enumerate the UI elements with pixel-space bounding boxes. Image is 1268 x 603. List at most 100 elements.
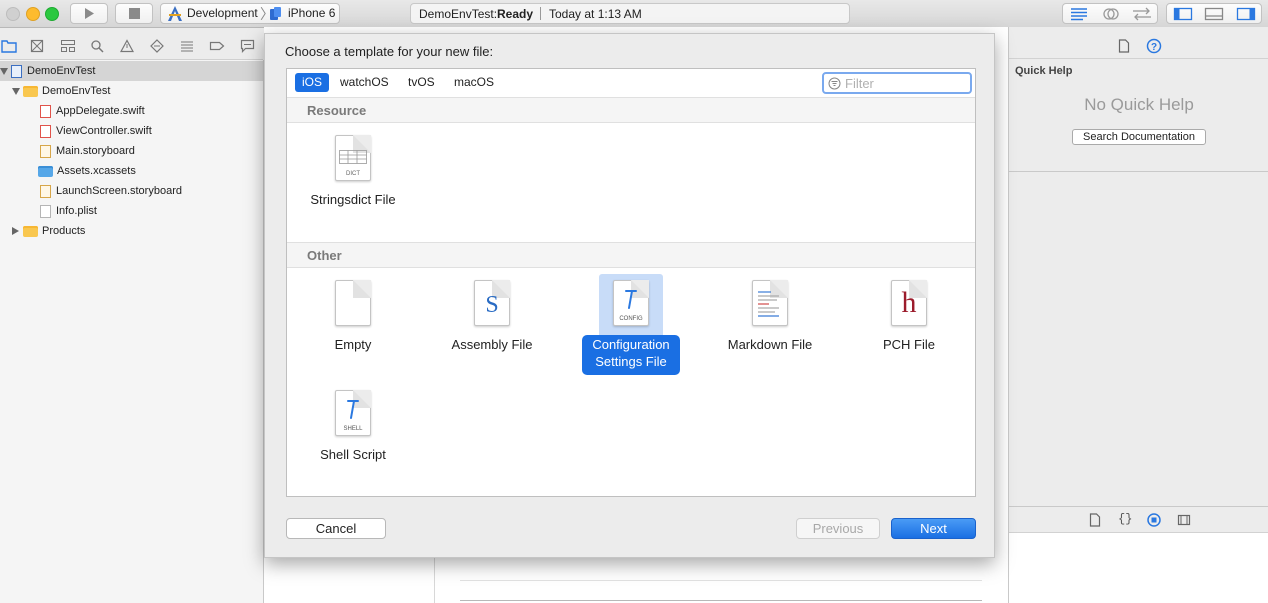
file-template-library-icon[interactable] — [1089, 513, 1101, 527]
xcode-hammer-icon — [168, 6, 182, 21]
template-stringsdict[interactable]: DICT Stringsdict File — [298, 135, 408, 208]
find-navigator-icon[interactable] — [90, 39, 104, 53]
code-snippet-library-icon[interactable]: {} — [1118, 512, 1132, 526]
nav-item-label: DemoEnvTest — [42, 85, 111, 97]
nav-item-label: Products — [42, 225, 86, 237]
source-control-navigator-icon[interactable] — [30, 39, 44, 53]
svg-text:?: ? — [1151, 42, 1157, 53]
debug-navigator-icon[interactable] — [180, 39, 194, 53]
run-button[interactable] — [70, 3, 108, 24]
section-other: Other — [287, 242, 975, 268]
version-editor-icon[interactable] — [1131, 7, 1153, 21]
template-label: Configuration Settings File — [592, 337, 670, 369]
issue-navigator-icon[interactable] — [120, 39, 134, 53]
template-markdown[interactable]: Markdown File — [715, 280, 825, 353]
editor-rule — [460, 580, 982, 581]
disclosure-down-icon[interactable] — [12, 87, 20, 95]
standard-editor-icon[interactable] — [1069, 7, 1089, 21]
sheet-title: Choose a template for your new file: — [285, 44, 494, 59]
nav-item-group[interactable]: DemoEnvTest — [12, 81, 110, 101]
template-label: PCH File — [882, 337, 935, 352]
file-inspector-icon[interactable] — [1118, 39, 1130, 53]
breakpoint-navigator-icon[interactable] — [209, 39, 225, 53]
editor-rule — [460, 600, 982, 601]
project-navigator-icon[interactable] — [1, 39, 17, 53]
quick-help-title: Quick Help — [1015, 65, 1073, 77]
filter-field[interactable]: Filter — [822, 72, 972, 94]
activity-divider — [540, 7, 541, 20]
shell-badge: SHELL — [343, 426, 363, 432]
search-documentation-button[interactable]: Search Documentation — [1072, 129, 1206, 145]
media-library-icon[interactable] — [1177, 513, 1191, 527]
minimize-window-button[interactable] — [26, 7, 40, 21]
filter-icon — [828, 77, 841, 90]
close-window-button[interactable] — [6, 7, 20, 21]
debug-area-toggle-icon[interactable] — [1204, 7, 1224, 21]
zoom-window-button[interactable] — [45, 7, 59, 21]
navigator-toggle-icon[interactable] — [1173, 7, 1193, 21]
tab-tvos[interactable]: tvOS — [401, 73, 442, 92]
project-file-icon — [11, 64, 22, 78]
symbol-navigator-icon[interactable] — [60, 39, 76, 53]
inspector-divider — [1009, 171, 1268, 172]
nav-item-infoplist[interactable]: Info.plist — [40, 201, 97, 221]
activity-viewer: DemoEnvTest: Ready Today at 1:13 AM — [410, 3, 850, 24]
template-assembly[interactable]: S Assembly File — [437, 280, 547, 353]
storyboard-file-icon — [40, 184, 51, 198]
template-pch[interactable]: h PCH File — [854, 280, 964, 353]
swift-file-icon — [40, 124, 51, 138]
empty-file-icon — [335, 280, 371, 326]
view-toggle-control — [1166, 3, 1262, 24]
activity-time: Today at 1:13 AM — [549, 7, 642, 21]
object-library-icon[interactable] — [1147, 513, 1161, 527]
template-empty[interactable]: Empty — [298, 280, 408, 353]
navigator-selector-bar — [0, 35, 263, 60]
template-label: Markdown File — [727, 337, 813, 352]
quick-help-icon[interactable]: ? — [1146, 38, 1162, 54]
nav-item-label: Main.storyboard — [56, 145, 135, 157]
disclosure-right-icon[interactable] — [12, 227, 19, 236]
assistant-editor-icon[interactable] — [1101, 7, 1121, 21]
filter-placeholder: Filter — [845, 76, 874, 91]
folder-icon — [23, 225, 38, 237]
tab-ios[interactable]: iOS — [295, 73, 330, 92]
tab-macos[interactable]: macOS — [447, 73, 501, 92]
template-configuration-settings[interactable]: CONFIG Configuration Settings File — [576, 280, 686, 375]
nav-item-main-storyboard[interactable]: Main.storyboard — [40, 141, 135, 161]
nav-item-label: Assets.xcassets — [57, 165, 136, 177]
previous-button[interactable]: Previous — [796, 518, 880, 539]
config-badge: CONFIG — [619, 316, 643, 322]
tab-watchos[interactable]: watchOS — [333, 73, 396, 92]
stringsdict-badge: DICT — [346, 171, 360, 177]
nav-item-appdelegate[interactable]: AppDelegate.swift — [40, 101, 145, 121]
activity-status: Ready — [497, 7, 534, 21]
scheme-selector[interactable]: Development 〉 iPhone 6 — [160, 3, 340, 24]
no-quick-help-text: No Quick Help — [1084, 95, 1194, 114]
stop-button[interactable] — [115, 3, 153, 24]
play-icon — [85, 8, 94, 19]
swift-file-icon — [40, 104, 51, 118]
nav-item-label: DemoEnvTest — [27, 65, 96, 77]
report-navigator-icon[interactable] — [240, 39, 255, 53]
template-shell-script[interactable]: SHELL Shell Script — [298, 390, 408, 463]
activity-project: DemoEnvTest: — [419, 7, 498, 21]
inspector-divider — [1009, 58, 1268, 59]
editor-mode-control — [1062, 3, 1158, 24]
nav-item-assets[interactable]: Assets.xcassets — [38, 161, 136, 181]
nav-item-label: Info.plist — [56, 205, 97, 217]
stringsdict-file-icon: DICT — [335, 135, 371, 181]
cancel-button[interactable]: Cancel — [286, 518, 386, 539]
iphone-device-icon — [270, 7, 281, 20]
nav-item-label: AppDelegate.swift — [56, 105, 145, 117]
nav-item-viewcontroller[interactable]: ViewController.swift — [40, 121, 152, 141]
nav-item-products[interactable]: Products — [10, 221, 85, 241]
utilities-toggle-icon[interactable] — [1236, 7, 1256, 21]
nav-item-label: ViewController.swift — [56, 125, 152, 137]
nav-item-launchscreen[interactable]: LaunchScreen.storyboard — [40, 181, 182, 201]
test-navigator-icon[interactable] — [150, 39, 164, 53]
nav-item-project[interactable]: DemoEnvTest — [0, 61, 263, 81]
disclosure-down-icon[interactable] — [0, 67, 8, 75]
storyboard-file-icon — [40, 144, 51, 158]
library-divider — [1009, 506, 1268, 507]
next-button[interactable]: Next — [891, 518, 976, 539]
